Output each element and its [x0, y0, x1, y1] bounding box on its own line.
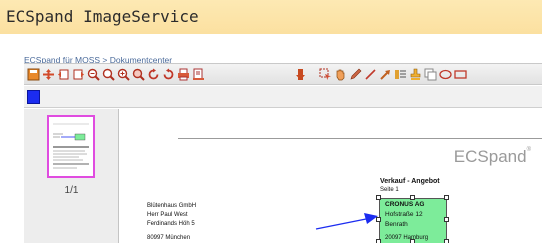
toolbar-right-group	[294, 66, 469, 83]
page-thumbnail[interactable]	[47, 115, 95, 178]
resize-handle[interactable]	[410, 195, 415, 200]
app-header: ECSpand ImageService	[0, 0, 542, 34]
resize-handle[interactable]	[376, 195, 381, 200]
document-viewer[interactable]: ECSpand® Verkauf - Angebot Seite 1 Blüte…	[120, 109, 542, 243]
ellipse-icon[interactable]	[439, 67, 452, 82]
note-icon[interactable]	[424, 67, 437, 82]
thumbnail-preview	[53, 123, 89, 169]
annotation-text-line: Hofstraße 12	[385, 211, 423, 218]
next-page-icon[interactable]	[72, 67, 85, 82]
pen-icon[interactable]	[349, 67, 362, 82]
annotation-text-line: CRONUS AG	[385, 201, 425, 208]
toolbar	[24, 63, 542, 85]
app-title: ECSpand ImageService	[6, 7, 199, 26]
arrow-icon[interactable]	[379, 67, 392, 82]
rectangle-icon[interactable]	[454, 67, 467, 82]
text-icon[interactable]	[394, 67, 407, 82]
zoom-out-icon[interactable]	[87, 67, 100, 82]
rotate-left-icon[interactable]	[147, 67, 160, 82]
resize-handle[interactable]	[376, 217, 381, 222]
sender-city: 20097 Hamburg	[385, 235, 429, 241]
resize-handle[interactable]	[376, 239, 381, 243]
delete-icon[interactable]	[294, 67, 307, 82]
zoom-fit-icon[interactable]	[102, 67, 115, 82]
stamp-icon[interactable]	[409, 67, 422, 82]
annotation-text-line: Benrath	[385, 221, 408, 228]
line-icon[interactable]	[364, 67, 377, 82]
hand-icon[interactable]	[334, 67, 347, 82]
page-count-label: 1/1	[64, 185, 79, 196]
rotate-right-icon[interactable]	[162, 67, 175, 82]
resize-handle[interactable]	[444, 239, 449, 243]
zoom-in-icon[interactable]	[117, 67, 130, 82]
move-icon[interactable]	[42, 67, 55, 82]
resize-handle[interactable]	[444, 217, 449, 222]
thumbnail-panel: 1/1	[24, 109, 119, 243]
resize-handle[interactable]	[444, 195, 449, 200]
select-icon[interactable]	[319, 67, 332, 82]
save-icon[interactable]	[27, 67, 40, 82]
color-swatch[interactable]	[27, 90, 40, 104]
print-icon[interactable]	[177, 67, 190, 82]
color-bar	[24, 86, 542, 108]
zoom-area-icon[interactable]	[132, 67, 145, 82]
annotation-arrow[interactable]	[120, 109, 542, 243]
toolbar-left-group	[27, 66, 207, 83]
print-pages-icon[interactable]	[192, 67, 205, 82]
prev-page-icon[interactable]	[57, 67, 70, 82]
